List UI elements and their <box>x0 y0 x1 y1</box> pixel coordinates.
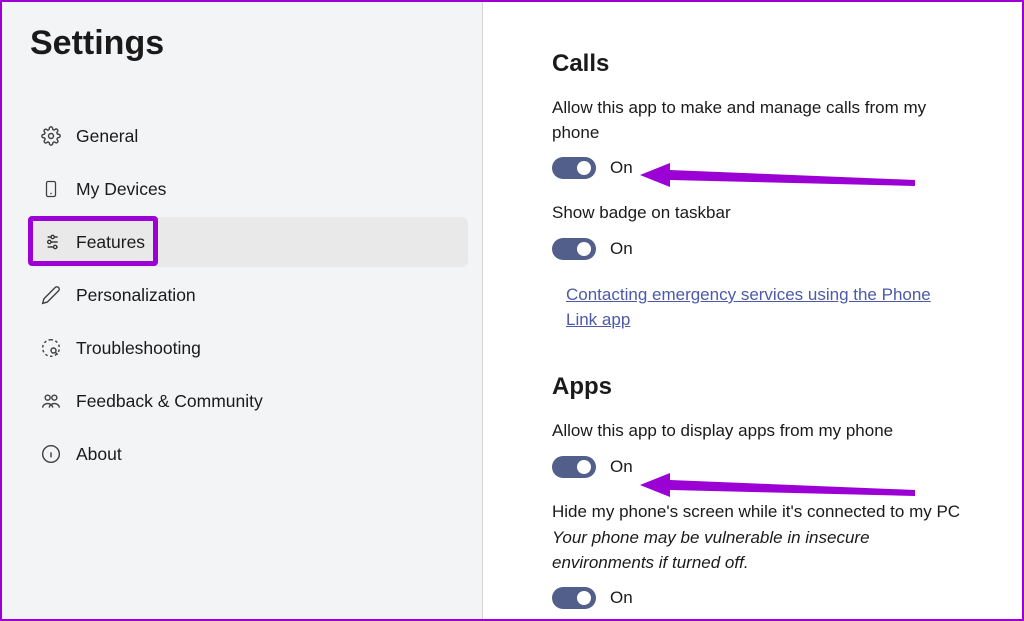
toggle-label: On <box>610 158 633 178</box>
sidebar-item-label: Features <box>76 232 145 253</box>
troubleshoot-icon <box>40 337 62 359</box>
sidebar-item-features[interactable]: Features <box>30 217 468 267</box>
info-icon <box>40 443 62 465</box>
sidebar-item-feedback[interactable]: Feedback & Community <box>30 376 468 426</box>
setting-desc: Allow this app to make and manage calls … <box>552 96 962 145</box>
sidebar-item-troubleshooting[interactable]: Troubleshooting <box>30 323 468 373</box>
sidebar-item-label: General <box>76 126 138 147</box>
emergency-link[interactable]: Contacting emergency services using the … <box>566 285 931 330</box>
section-title-apps: Apps <box>552 373 962 401</box>
toggle-calls-manage[interactable] <box>552 157 596 179</box>
toggle-apps-display[interactable] <box>552 456 596 478</box>
page-title: Settings <box>30 24 482 63</box>
sidebar-item-about[interactable]: About <box>30 429 468 479</box>
setting-desc: Hide my phone's screen while it's connec… <box>552 500 962 525</box>
sidebar-item-label: About <box>76 444 122 465</box>
sidebar-item-my-devices[interactable]: My Devices <box>30 164 468 214</box>
sidebar-nav: General My Devices Features Personalizat… <box>30 111 482 479</box>
toggle-apps-hide[interactable] <box>552 587 596 609</box>
toggle-calls-badge[interactable] <box>552 238 596 260</box>
sidebar-item-label: My Devices <box>76 179 166 200</box>
community-icon <box>40 390 62 412</box>
toggle-label: On <box>610 239 633 259</box>
toggle-label: On <box>610 457 633 477</box>
vertical-divider <box>482 2 483 619</box>
sidebar-item-label: Troubleshooting <box>76 338 201 359</box>
sidebar-item-label: Personalization <box>76 285 196 306</box>
sidebar-item-general[interactable]: General <box>30 111 468 161</box>
sidebar-item-personalization[interactable]: Personalization <box>30 270 468 320</box>
toggle-row-calls-manage: On <box>552 157 962 179</box>
content-panel: Calls Allow this app to make and manage … <box>482 2 1022 619</box>
toggle-row-apps-display: On <box>552 456 962 478</box>
gear-icon <box>40 125 62 147</box>
features-icon <box>40 231 62 253</box>
sidebar-item-label: Feedback & Community <box>76 391 263 412</box>
emergency-link-row: Contacting emergency services using the … <box>566 282 962 333</box>
sidebar: Settings General My Devices Features <box>2 2 482 619</box>
toggle-row-apps-hide: On <box>552 587 962 609</box>
phone-icon <box>40 178 62 200</box>
toggle-row-calls-badge: On <box>552 238 962 260</box>
section-title-calls: Calls <box>552 50 962 78</box>
setting-desc: Show badge on taskbar <box>552 201 962 226</box>
setting-warning: Your phone may be vulnerable in insecure… <box>552 526 962 575</box>
toggle-label: On <box>610 588 633 608</box>
pencil-icon <box>40 284 62 306</box>
setting-desc: Allow this app to display apps from my p… <box>552 419 962 444</box>
